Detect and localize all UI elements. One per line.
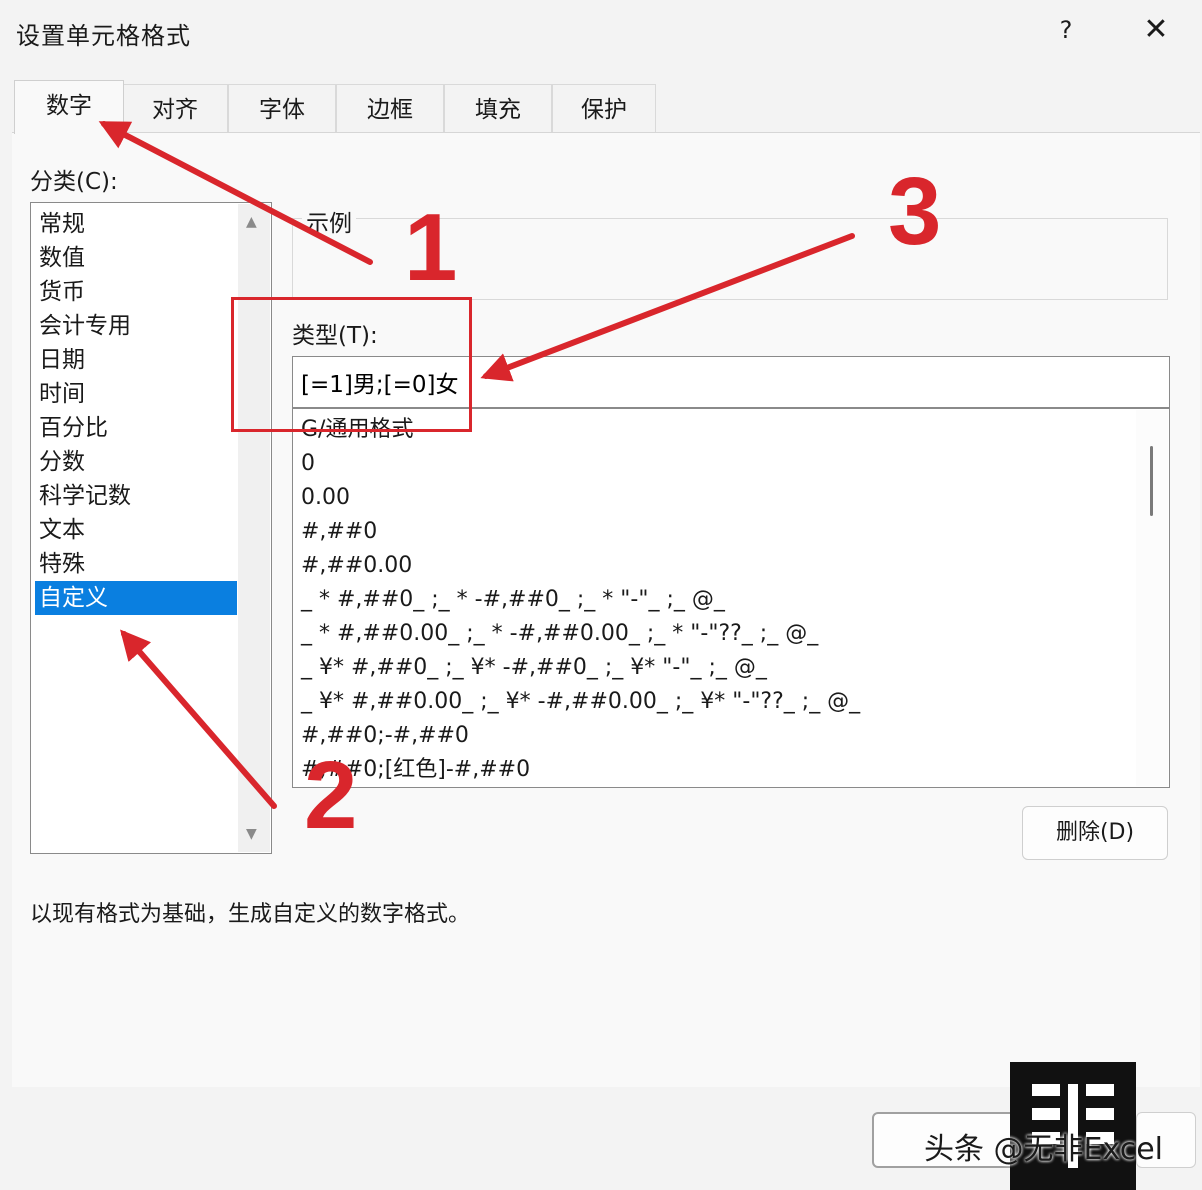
format-item[interactable]: #,##0 <box>301 515 377 549</box>
tab-fill[interactable]: 填充 <box>444 84 552 132</box>
category-item-date[interactable]: 日期 <box>35 343 237 377</box>
format-item[interactable]: 0.00 <box>301 481 350 515</box>
category-item-currency[interactable]: 货币 <box>35 275 237 309</box>
category-item-fraction[interactable]: 分数 <box>35 445 237 479</box>
category-label: 分类(C): <box>30 169 118 195</box>
format-list[interactable]: G/通用格式 0 0.00 #,##0 #,##0.00 _ * #,##0_ … <box>292 408 1170 788</box>
category-item-text[interactable]: 文本 <box>35 513 237 547</box>
format-item[interactable]: _ ¥* #,##0_ ;_ ¥* -#,##0_ ;_ ¥* "-"_ ;_ … <box>301 651 767 685</box>
tab-font[interactable]: 字体 <box>228 84 336 132</box>
format-item[interactable]: _ * #,##0_ ;_ * -#,##0_ ;_ * "-"_ ;_ @_ <box>301 583 725 617</box>
category-item-time[interactable]: 时间 <box>35 377 237 411</box>
annotation-number-3: 3 <box>888 158 942 265</box>
help-button[interactable]: ? <box>1050 14 1082 46</box>
category-item-percentage[interactable]: 百分比 <box>35 411 237 445</box>
scroll-down-icon[interactable]: ▼ <box>246 826 257 842</box>
category-item-general[interactable]: 常规 <box>35 207 237 241</box>
description-text: 以现有格式为基础，生成自定义的数字格式。 <box>30 902 471 927</box>
category-item-scientific[interactable]: 科学记数 <box>35 479 237 513</box>
tab-number[interactable]: 数字 <box>14 80 124 134</box>
highlight-box <box>231 297 472 432</box>
format-item[interactable]: #,##0.00 <box>301 549 412 583</box>
annotation-number-1: 1 <box>404 194 458 301</box>
format-scroll-thumb[interactable] <box>1150 446 1153 516</box>
category-item-custom[interactable]: 自定义 <box>35 581 237 615</box>
format-item[interactable]: _ ¥* #,##0.00_ ;_ ¥* -#,##0.00_ ;_ ¥* "-… <box>301 685 860 719</box>
format-item[interactable]: 0 <box>301 447 315 481</box>
watermark-text: 头条 @无非Excel <box>924 1132 1164 1167</box>
annotation-number-2: 2 <box>304 742 358 849</box>
sample-label: 示例 <box>302 204 356 238</box>
close-button[interactable]: ✕ <box>1138 12 1174 48</box>
category-item-number[interactable]: 数值 <box>35 241 237 275</box>
delete-button[interactable]: 删除(D) <box>1022 806 1168 860</box>
category-item-accounting[interactable]: 会计专用 <box>35 309 237 343</box>
category-item-special[interactable]: 特殊 <box>35 547 237 581</box>
format-item[interactable]: _ * #,##0.00_ ;_ * -#,##0.00_ ;_ * "-"??… <box>301 617 818 651</box>
scroll-up-icon[interactable]: ▲ <box>246 214 257 230</box>
tab-protection[interactable]: 保护 <box>552 84 656 132</box>
tab-alignment[interactable]: 对齐 <box>122 84 228 132</box>
dialog-title: 设置单元格格式 <box>16 22 191 50</box>
tab-border[interactable]: 边框 <box>336 84 444 132</box>
